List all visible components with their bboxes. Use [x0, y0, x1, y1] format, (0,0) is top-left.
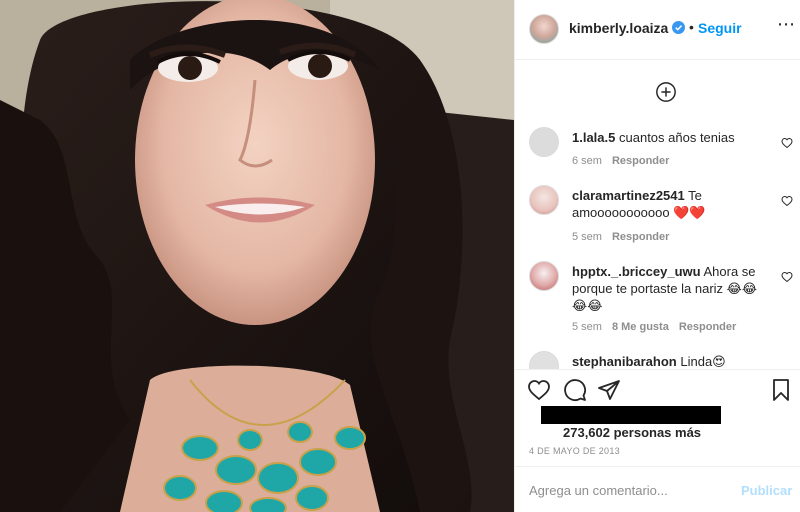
add-comment-bar: Publicar — [515, 466, 800, 512]
post-header: kimberly.loaiza • Seguir ⋯ — [515, 0, 800, 60]
comment-meta: 6 sem Responder — [572, 155, 679, 167]
comment-meta: 5 sem Responder — [572, 231, 679, 243]
likes-section: 273,602 personas más — [529, 406, 789, 442]
like-heart-icon[interactable] — [527, 378, 551, 402]
post-date[interactable]: 4 DE MAYO DE 2013 — [529, 446, 620, 456]
like-comment-icon[interactable] — [781, 195, 793, 207]
comment-likes[interactable]: 8 Me gusta — [612, 321, 669, 333]
commenter-username[interactable]: stephanibarahon — [572, 354, 677, 369]
like-comment-icon[interactable] — [781, 137, 793, 149]
commenter-avatar[interactable] — [529, 261, 559, 291]
comment-text: claramartinez2541 Te amooooooooooo ❤️❤️ — [572, 187, 762, 221]
comment-time[interactable]: 6 sem — [572, 155, 602, 167]
author-username[interactable]: kimberly.loaiza — [569, 20, 668, 36]
post-photo[interactable] — [0, 0, 514, 512]
separator-dot: • — [689, 19, 694, 35]
post-details-panel: kimberly.loaiza • Seguir ⋯ 1.lala.5 cuan… — [514, 0, 800, 512]
comment-text: hpptx._.briccey_uwu Ahora se porque te p… — [572, 263, 762, 314]
commenter-username[interactable]: claramartinez2541 — [572, 188, 685, 203]
reply-button[interactable]: Responder — [612, 155, 669, 167]
comment-body: Linda😍 — [680, 354, 726, 369]
commenter-username[interactable]: hpptx._.briccey_uwu — [572, 264, 701, 279]
comment-body: cuantos años tenias — [619, 130, 735, 145]
commenter-username[interactable]: 1.lala.5 — [572, 130, 615, 145]
comments-list[interactable]: 1.lala.5 cuantos años tenias 6 sem Respon… — [515, 61, 800, 369]
share-send-icon[interactable] — [597, 378, 621, 402]
reply-button[interactable]: Responder — [679, 321, 736, 333]
comment-time[interactable]: 5 sem — [572, 321, 602, 333]
post-actions-bar — [515, 369, 800, 409]
comment-text: stephanibarahon Linda😍 — [572, 353, 762, 369]
reply-button[interactable]: Responder — [612, 231, 669, 243]
comment-text: 1.lala.5 cuantos años tenias — [572, 129, 762, 146]
save-bookmark-icon[interactable] — [769, 378, 793, 402]
likes-count[interactable]: 273,602 personas más — [563, 425, 701, 440]
comment-input[interactable] — [529, 480, 729, 500]
commenter-avatar[interactable] — [529, 127, 559, 157]
like-comment-icon[interactable] — [781, 271, 793, 283]
publish-button[interactable]: Publicar — [741, 483, 792, 498]
author-avatar[interactable] — [529, 14, 559, 44]
load-more-comments-icon[interactable] — [655, 81, 677, 103]
commenter-avatar[interactable] — [529, 351, 559, 369]
portrait-image — [0, 0, 514, 512]
follow-button[interactable]: Seguir — [698, 20, 742, 36]
redacted-liker-names — [541, 406, 721, 424]
comment-bubble-icon[interactable] — [563, 378, 587, 402]
commenter-avatar[interactable] — [529, 185, 559, 215]
more-options-icon[interactable]: ⋯ — [777, 14, 796, 35]
comment-time[interactable]: 5 sem — [572, 231, 602, 243]
verified-badge-icon — [672, 21, 685, 34]
comment-meta: 5 sem 8 Me gusta Responder — [572, 321, 746, 333]
